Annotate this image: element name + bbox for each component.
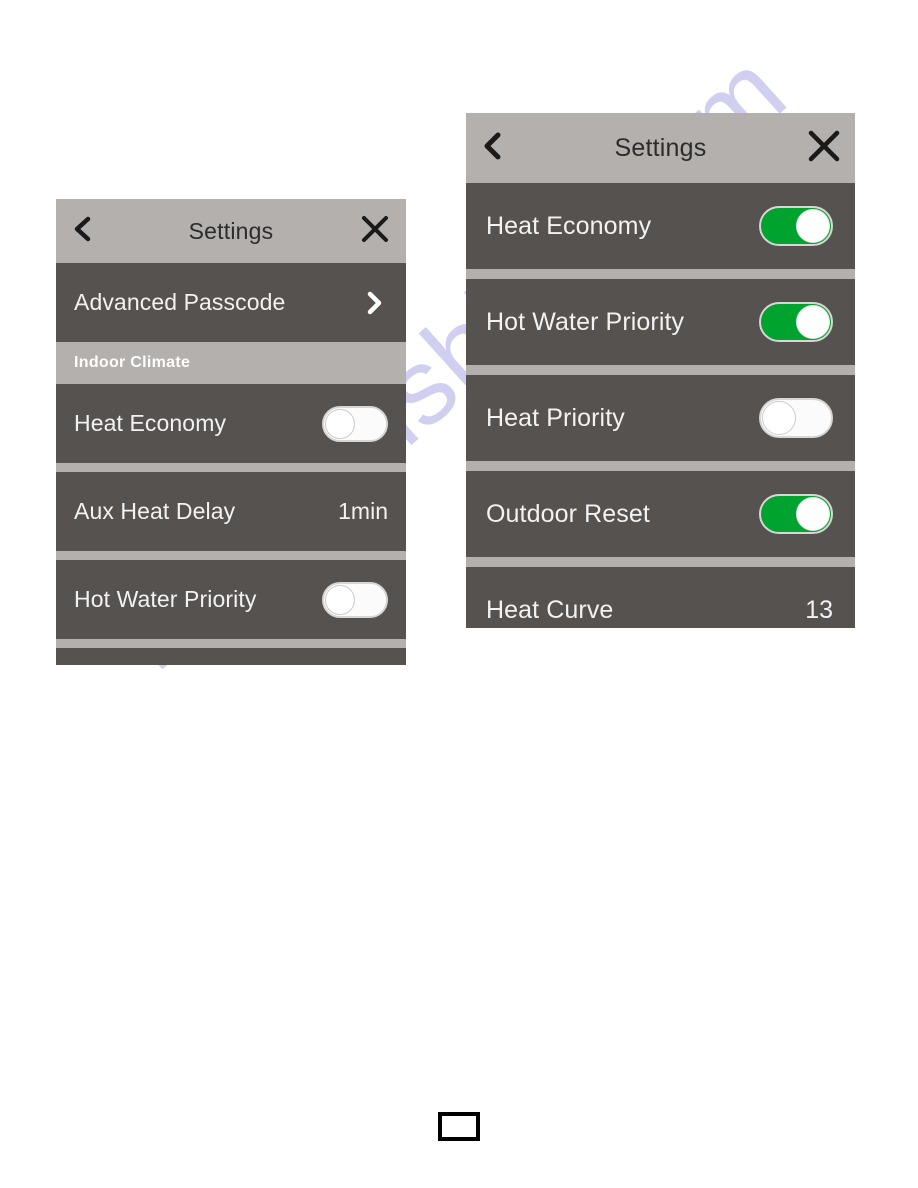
toggle-knob	[796, 209, 830, 243]
row-label: Heat Curve	[486, 595, 614, 624]
toggle-heat-priority[interactable]	[759, 398, 833, 438]
close-x-icon	[360, 214, 390, 249]
list-item-heat-economy[interactable]: Heat Economy	[56, 384, 406, 463]
toggle-outdoor-reset[interactable]	[759, 494, 833, 534]
row-separator	[466, 269, 855, 279]
toggle-knob	[796, 305, 830, 339]
list-item-partial[interactable]	[56, 648, 406, 665]
page-number-box	[438, 1112, 480, 1141]
row-separator	[56, 639, 406, 648]
section-header-label: Indoor Climate	[74, 354, 191, 371]
toggle-hot-water-priority[interactable]	[322, 581, 388, 618]
page-title: Settings	[614, 133, 707, 162]
right-titlebar: Settings	[466, 113, 855, 183]
toggle-heat-economy[interactable]	[322, 405, 388, 442]
settings-screen-right: Settings Heat Economy Hot Water Priority	[466, 113, 855, 628]
close-button[interactable]	[807, 129, 841, 168]
list-item-aux-heat-delay[interactable]: Aux Heat Delay 1min	[56, 472, 406, 551]
row-separator	[56, 551, 406, 560]
row-value: 13	[805, 595, 833, 624]
toggle-heat-economy[interactable]	[759, 206, 833, 246]
row-separator	[466, 461, 855, 471]
list-item-advanced-passcode[interactable]: Advanced Passcode	[56, 263, 406, 342]
row-label: Advanced Passcode	[74, 289, 286, 315]
row-separator	[466, 365, 855, 375]
row-separator	[466, 557, 855, 567]
toggle-knob	[796, 497, 830, 531]
row-label: Outdoor Reset	[486, 499, 650, 528]
close-button[interactable]	[358, 214, 392, 248]
row-label: Hot Water Priority	[74, 586, 257, 612]
left-settings-list: Advanced Passcode Indoor Climate Heat Ec…	[56, 263, 406, 665]
list-item-heat-curve[interactable]: Heat Curve 13	[466, 567, 855, 628]
list-item-hot-water-priority[interactable]: Hot Water Priority	[56, 560, 406, 639]
chevron-left-icon	[73, 216, 93, 247]
section-header-indoor-climate: Indoor Climate	[56, 342, 406, 384]
row-label: Heat Priority	[486, 403, 625, 432]
list-item-heat-priority[interactable]: Heat Priority	[466, 375, 855, 461]
settings-screen-left: Settings Advanced Passcode Indoor Climat…	[56, 199, 406, 665]
row-label: Heat Economy	[486, 211, 652, 240]
toggle-knob	[325, 584, 355, 615]
row-label: Heat Economy	[74, 410, 227, 436]
left-titlebar: Settings	[56, 199, 406, 263]
row-separator	[56, 463, 406, 472]
close-x-icon	[807, 129, 841, 168]
row-label: Hot Water Priority	[486, 307, 685, 336]
back-button[interactable]	[480, 131, 506, 166]
list-item-outdoor-reset[interactable]: Outdoor Reset	[466, 471, 855, 557]
list-item-heat-economy[interactable]: Heat Economy	[466, 183, 855, 269]
back-button[interactable]	[70, 216, 96, 246]
right-settings-list: Heat Economy Hot Water Priority Heat Pri…	[466, 183, 855, 628]
row-value: 1min	[338, 498, 388, 524]
chevron-right-icon	[360, 289, 388, 317]
toggle-knob	[325, 408, 355, 439]
row-label: Aux Heat Delay	[74, 498, 236, 524]
page-title: Settings	[188, 217, 274, 244]
toggle-hot-water-priority[interactable]	[759, 302, 833, 342]
toggle-knob	[762, 401, 796, 435]
chevron-left-icon	[482, 131, 504, 166]
list-item-hot-water-priority[interactable]: Hot Water Priority	[466, 279, 855, 365]
